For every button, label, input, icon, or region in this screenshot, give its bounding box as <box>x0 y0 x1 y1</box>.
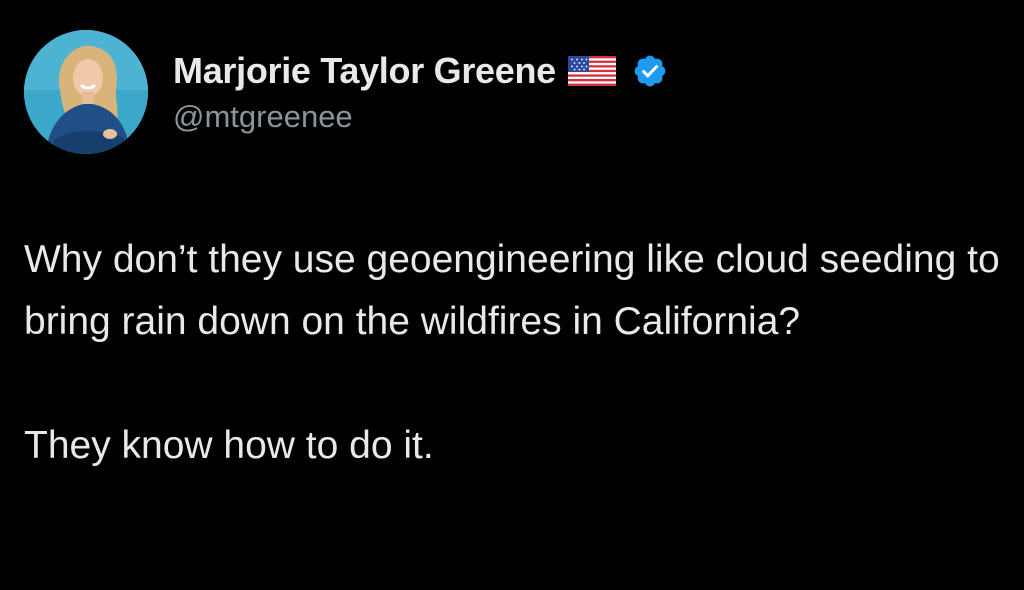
author-names: Marjorie Taylor Greene @mtgreenee <box>173 49 668 135</box>
avatar-image <box>24 30 148 154</box>
author-handle[interactable]: @mtgreenee <box>173 99 668 135</box>
us-flag-icon <box>567 56 616 86</box>
tweet-header: Marjorie Taylor Greene @mtgreenee <box>24 30 668 154</box>
display-name[interactable]: Marjorie Taylor Greene <box>173 50 556 92</box>
tweet-paragraph: They know how to do it. <box>24 424 434 467</box>
avatar[interactable] <box>24 30 148 154</box>
display-name-row: Marjorie Taylor Greene <box>173 49 668 93</box>
verified-badge-icon[interactable] <box>632 53 668 89</box>
tweet-paragraph: Why don’t they use geoengineering like c… <box>24 238 1000 343</box>
tweet-text: Why don’t they use geoengineering like c… <box>24 229 1009 477</box>
tweet-card: Marjorie Taylor Greene @mtgreenee Why do… <box>0 0 1024 590</box>
